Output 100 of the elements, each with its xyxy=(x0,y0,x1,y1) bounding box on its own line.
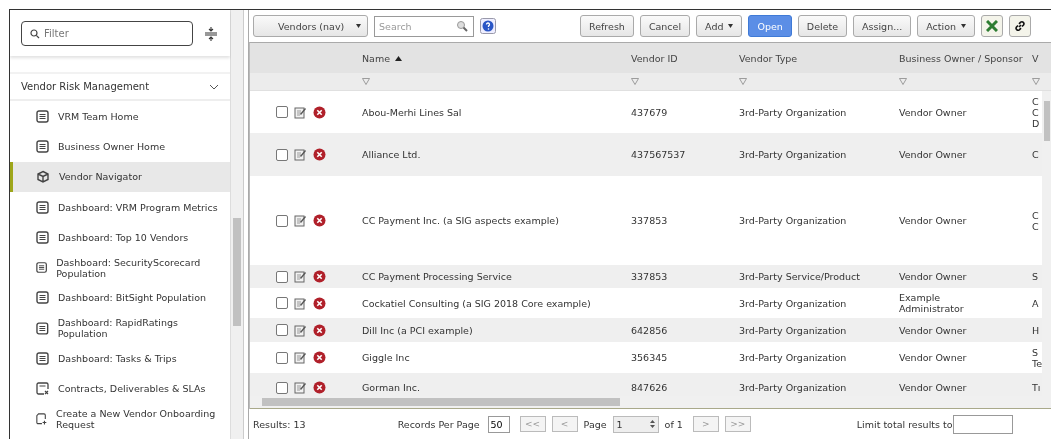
results-count: Results: 13 xyxy=(253,418,306,430)
section-title: Vendor Risk Management xyxy=(21,81,150,92)
edit-icon[interactable] xyxy=(294,381,307,394)
table-cell-text: 3rd-Party Organization xyxy=(739,149,848,160)
table-cell-text: 337853 xyxy=(631,271,669,282)
toolbar-button[interactable]: Cancel xyxy=(639,15,691,37)
edit-icon[interactable] xyxy=(294,270,307,283)
row-checkbox[interactable] xyxy=(276,381,288,394)
table-cell-text: Alliance Ltd. xyxy=(362,149,422,160)
spinner-icon xyxy=(649,420,655,428)
column-header[interactable]: V xyxy=(1032,52,1051,64)
table-cell-text: 3rd-Party Organization xyxy=(739,324,848,336)
caret-icon xyxy=(961,24,966,28)
table-cell-text: Vendor Owner xyxy=(899,271,968,282)
table-cell-text: C C D xyxy=(1032,95,1041,129)
delete-icon[interactable] xyxy=(313,148,326,161)
table-cell-text: Tı xyxy=(1032,382,1042,393)
table-cell-text: 437679 xyxy=(631,106,669,118)
view-dropdown[interactable]: Vendors (nav) xyxy=(253,15,368,37)
document-icon xyxy=(36,200,49,214)
table-cell-text: H xyxy=(1032,324,1041,336)
table-cell-text: 847626 xyxy=(631,382,669,393)
table-cell-text: Cockatiel Consulting (a SIG 2018 Core example) xyxy=(362,297,592,309)
edit-icon[interactable] xyxy=(294,296,307,310)
link-icon xyxy=(1014,20,1026,32)
contract-icon xyxy=(36,382,49,396)
table-cell: S Te xyxy=(1032,346,1043,369)
delete-icon[interactable] xyxy=(313,381,326,394)
table-cell-text: Vendor Owner xyxy=(899,382,968,393)
table-cell-text: CC Payment Inc. (a SIG aspects example) xyxy=(362,215,560,226)
toolbar-button[interactable]: Refresh xyxy=(580,15,634,37)
table-cell-text: Giggle Inc xyxy=(362,352,411,363)
column-header[interactable]: Vendor ID xyxy=(631,52,739,64)
document-icon xyxy=(36,261,48,275)
toolbar-button[interactable]: Delete xyxy=(797,15,848,37)
toolbar-button[interactable]: Action xyxy=(917,15,975,37)
row-checkbox[interactable] xyxy=(276,324,288,336)
limit-label: Limit total results to xyxy=(856,418,953,430)
delete-icon[interactable] xyxy=(313,351,326,364)
scrollbar[interactable] xyxy=(231,10,244,439)
search-input[interactable]: Search xyxy=(375,16,456,36)
edit-icon[interactable] xyxy=(294,323,307,337)
page-select[interactable]: 1 xyxy=(612,415,659,433)
nav-item[interactable]: Vendor Navigator xyxy=(10,161,230,192)
table-cell-text: Vendor Owner xyxy=(899,215,968,226)
table-cell-text: Gorman Inc. xyxy=(362,382,422,393)
document-icon xyxy=(36,291,49,305)
delete-icon[interactable] xyxy=(313,214,326,227)
caret-icon xyxy=(356,24,361,28)
column-header[interactable]: Name xyxy=(362,52,631,64)
toolbar-button[interactable]: Assign... xyxy=(853,15,912,37)
search-field[interactable]: Search xyxy=(374,15,474,37)
filter-field[interactable]: Filter xyxy=(21,21,193,46)
row-checkbox[interactable] xyxy=(276,106,288,118)
help-icon[interactable] xyxy=(480,18,496,34)
edit-icon[interactable] xyxy=(294,105,307,119)
edit-icon[interactable] xyxy=(294,148,307,161)
table-cell-text: 337853 xyxy=(631,215,669,226)
export-button[interactable] xyxy=(981,15,1003,37)
table-cell-text: 356345 xyxy=(631,352,669,363)
delete-icon[interactable] xyxy=(313,296,326,310)
scrollbar[interactable] xyxy=(250,396,1051,409)
link-button[interactable] xyxy=(1009,15,1031,37)
document-icon xyxy=(36,109,49,123)
table-cell-text: CC Payment Processing Service xyxy=(362,271,513,282)
cube-icon xyxy=(36,169,50,184)
new-document-icon xyxy=(36,412,47,427)
table-cell-text: Abou-Merhi Lines Sal xyxy=(362,106,463,118)
table-cell-text: 3rd-Party Organization xyxy=(739,215,848,226)
column-header[interactable]: Vendor Type xyxy=(739,52,899,64)
document-icon xyxy=(36,230,49,244)
table-cell-text: Example Administrator xyxy=(899,292,965,314)
row-checkbox[interactable] xyxy=(276,297,288,309)
limit-field[interactable] xyxy=(952,414,1013,434)
toolbar-button[interactable]: Add xyxy=(696,15,743,37)
filter-input[interactable]: Filter xyxy=(44,22,192,45)
scrollbar[interactable] xyxy=(1042,91,1051,396)
records-field[interactable]: 50 xyxy=(487,415,510,433)
row-checkbox[interactable] xyxy=(276,214,288,227)
table-cell-text: 3rd-Party Organization xyxy=(739,382,848,393)
table-cell-text: C C xyxy=(1032,209,1040,232)
delete-icon[interactable] xyxy=(313,323,326,337)
caret-icon xyxy=(728,24,734,28)
column-header[interactable]: Business Owner / Sponsor xyxy=(899,52,1032,64)
edit-icon[interactable] xyxy=(294,351,307,364)
table-cell-text: Dill Inc (a PCI example) xyxy=(362,324,474,336)
row-checkbox[interactable] xyxy=(276,270,288,283)
edit-icon[interactable] xyxy=(294,214,307,227)
collapse-icon[interactable] xyxy=(205,26,217,41)
table-cell-text: Vendor Owner xyxy=(899,149,968,160)
table-cell-text: S xyxy=(1032,271,1040,282)
row-checkbox[interactable] xyxy=(276,148,288,161)
row-checkbox[interactable] xyxy=(276,351,288,364)
page-count: of 1 xyxy=(664,418,683,430)
spreadsheet-icon xyxy=(986,20,998,32)
table-cell-text: Vendor Owner xyxy=(899,352,968,363)
delete-icon[interactable] xyxy=(313,105,326,119)
table-cell-text: 642856 xyxy=(631,324,669,336)
records-label: Records Per Page xyxy=(397,418,480,430)
delete-icon[interactable] xyxy=(313,270,326,283)
